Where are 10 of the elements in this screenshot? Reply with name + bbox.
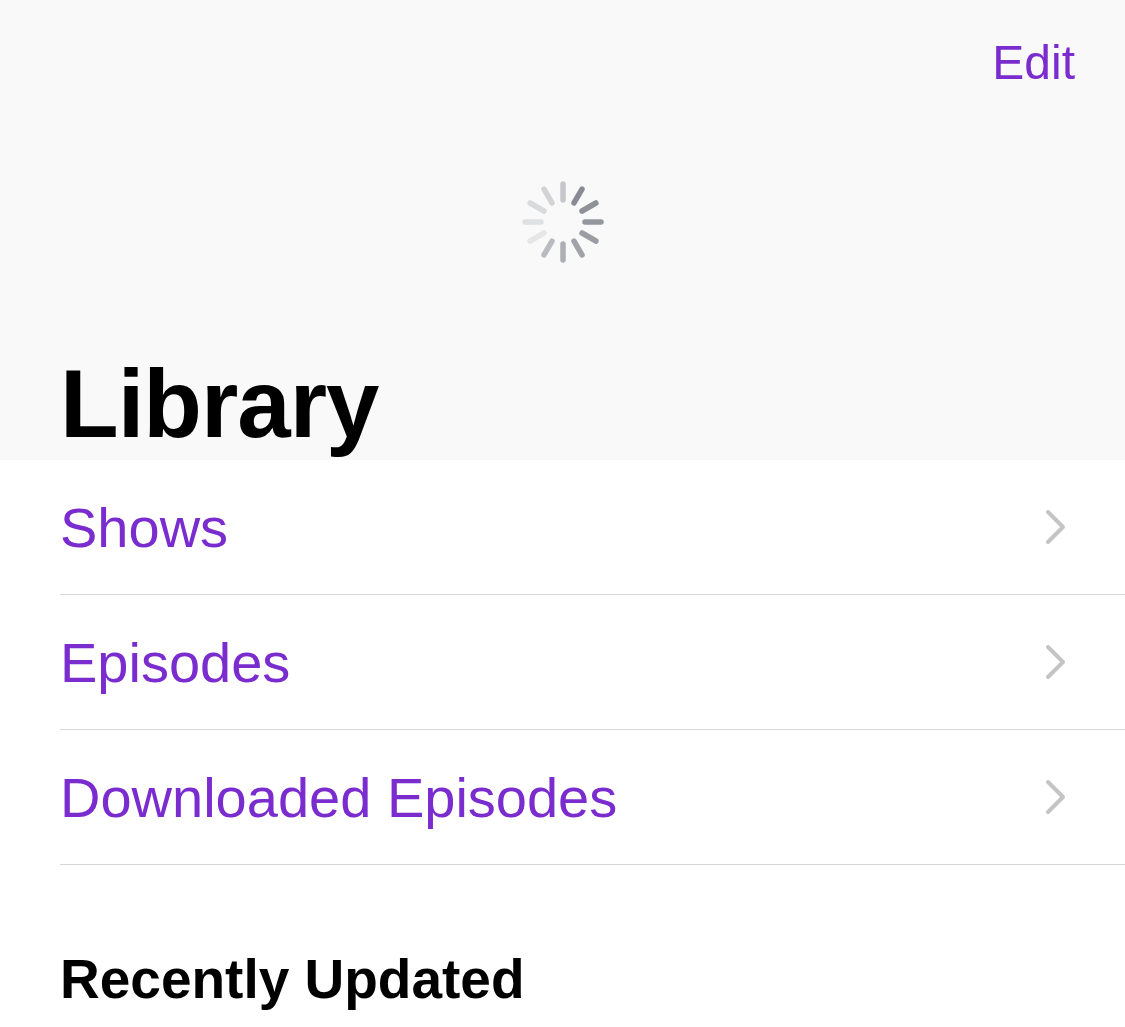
chevron-icon	[1045, 779, 1067, 815]
chevron-icon	[1045, 644, 1067, 680]
loading-spinner-icon	[520, 180, 605, 264]
library-row[interactable]: Episodes	[60, 595, 1125, 730]
chevron-icon	[1045, 509, 1067, 545]
page-title: Library	[60, 349, 379, 459]
library-row[interactable]: Downloaded Episodes	[60, 730, 1125, 865]
library-row[interactable]: Shows	[60, 460, 1125, 595]
edit-button[interactable]: Edit	[992, 32, 1075, 92]
section-heading: Recently Updated	[60, 947, 526, 1012]
